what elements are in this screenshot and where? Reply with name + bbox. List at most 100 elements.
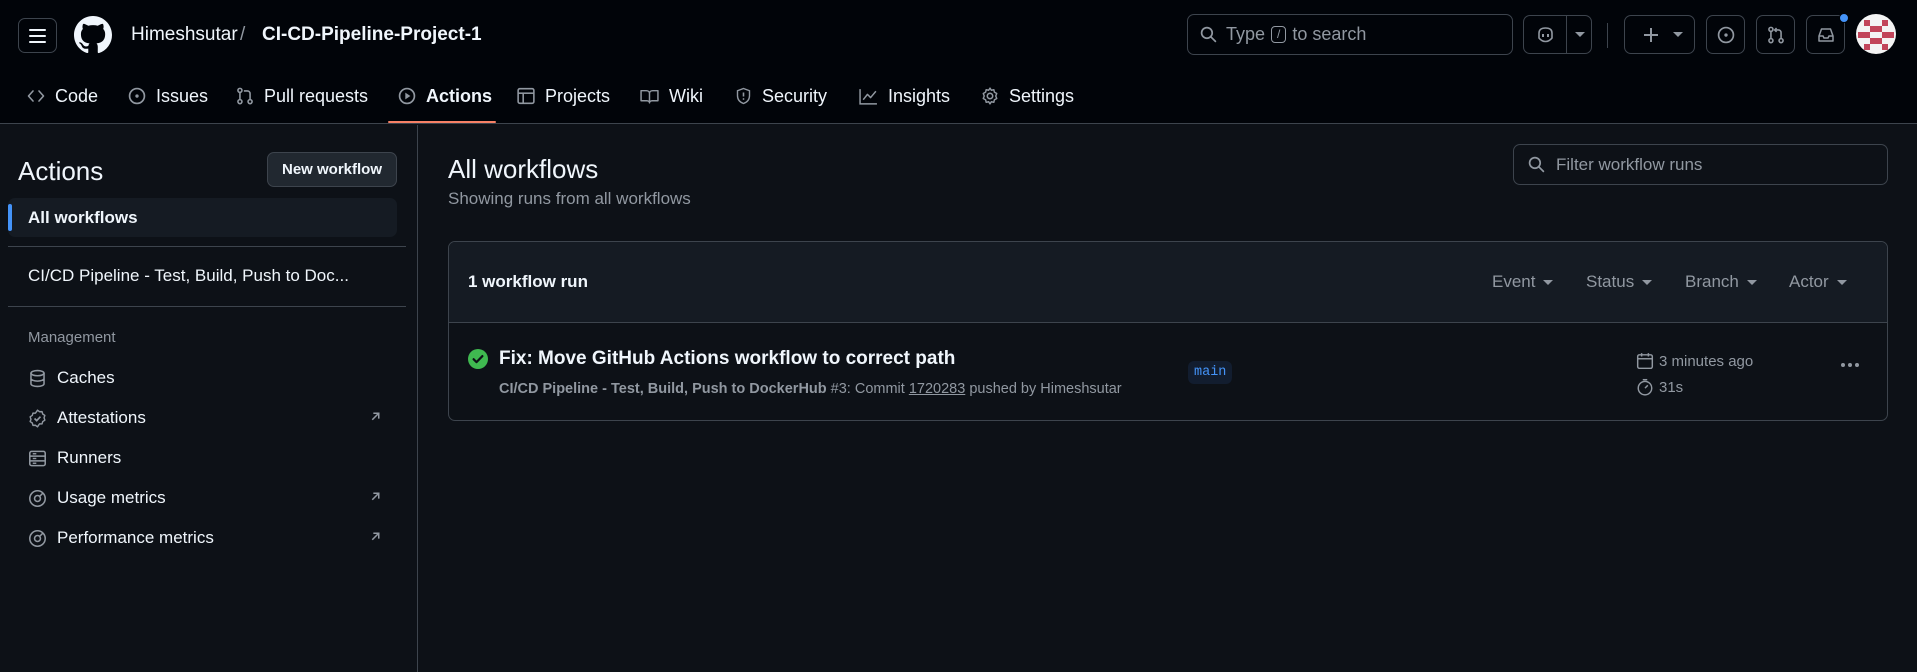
global-search[interactable]: Type / to search — [1187, 14, 1513, 55]
page-subtitle: Showing runs from all workflows — [448, 189, 691, 208]
tab-label: Pull requests — [264, 85, 369, 106]
chevron-down-icon — [1642, 279, 1653, 285]
filter-placeholder: Filter workflow runs — [1556, 154, 1703, 174]
tab-label: Insights — [888, 85, 951, 106]
time-ago-text: 3 minutes ago — [1659, 352, 1754, 370]
sidebar-item-label: Caches — [57, 368, 115, 387]
tab-actions[interactable]: Actions — [398, 82, 492, 110]
play-icon — [398, 87, 416, 105]
copilot-button[interactable] — [1523, 15, 1592, 54]
external-link-icon — [371, 532, 380, 541]
branch-filter-dropdown[interactable]: Branch — [1685, 272, 1757, 292]
sidebar-item-workflow[interactable]: CI/CD Pipeline - Test, Build, Push to Do… — [28, 266, 349, 286]
menu-button[interactable] — [18, 18, 57, 53]
calendar-icon — [1636, 353, 1654, 370]
sidebar-title: Actions — [18, 156, 104, 186]
commit-sha-link[interactable]: 1720283 — [909, 381, 965, 397]
status-filter-dropdown[interactable]: Status — [1586, 272, 1653, 292]
filter-workflow-runs-input[interactable]: Filter workflow runs — [1513, 144, 1888, 185]
create-new-button[interactable] — [1624, 15, 1695, 54]
issue-icon — [128, 87, 146, 105]
pull-request-icon — [237, 87, 253, 105]
sidebar-item-label: Attestations — [57, 408, 146, 427]
chevron-down-icon — [1746, 279, 1757, 285]
tab-settings[interactable]: Settings — [981, 82, 1074, 110]
dropdown-label: Actor — [1789, 272, 1829, 291]
plus-icon — [1644, 28, 1658, 42]
breadcrumb-owner[interactable]: Himeshsutar — [131, 24, 238, 46]
sidebar-item-label: Runners — [57, 448, 122, 467]
actor-filter-dropdown[interactable]: Actor — [1789, 272, 1847, 292]
branch-label[interactable]: main — [1188, 361, 1233, 384]
chevron-down-icon — [1836, 279, 1847, 285]
tab-label: Security — [762, 85, 828, 106]
tab-label: Projects — [545, 85, 611, 106]
check-circle-icon — [468, 349, 488, 369]
pull-request-icon — [1767, 26, 1784, 43]
header-divider — [1607, 23, 1608, 48]
sidebar-item-performance-metrics[interactable]: Performance metrics — [28, 525, 214, 551]
search-shortcut-key: / — [1271, 26, 1287, 43]
hamburger-icon — [29, 28, 46, 43]
verified-icon — [29, 408, 46, 428]
dropdown-label: Branch — [1685, 272, 1739, 291]
issue-icon — [1717, 26, 1734, 43]
runs-count: 1 workflow run — [468, 272, 588, 291]
shield-icon — [736, 87, 751, 105]
code-icon — [27, 90, 45, 102]
github-logo-icon[interactable] — [74, 16, 112, 54]
tab-projects[interactable]: Projects — [517, 82, 610, 110]
run-commit-prefix: : Commit — [846, 381, 905, 397]
sidebar-item-label: Performance metrics — [57, 528, 214, 547]
tab-insights[interactable]: Insights — [859, 82, 950, 110]
dropdown-label: Event — [1492, 272, 1536, 291]
chevron-down-icon — [1543, 279, 1554, 285]
search-suffix: to search — [1292, 24, 1367, 44]
sidebar-item-runners[interactable]: Runners — [28, 445, 121, 471]
copilot-icon — [1538, 27, 1553, 43]
tab-issues[interactable]: Issues — [128, 82, 208, 110]
run-duration: 31s — [1636, 378, 1683, 396]
tab-pull-requests[interactable]: Pull requests — [236, 82, 368, 110]
tab-label: Code — [55, 85, 99, 106]
meter-icon — [29, 489, 46, 507]
external-link-icon — [371, 412, 380, 421]
database-icon — [30, 369, 45, 387]
sidebar-item-attestations[interactable]: Attestations — [28, 405, 146, 431]
tab-label: Wiki — [669, 85, 703, 106]
chevron-down-icon — [1575, 32, 1585, 37]
sidebar-separator — [8, 306, 406, 307]
page-title: All workflows — [448, 154, 599, 184]
sidebar-item-all-workflows[interactable]: All workflows — [8, 198, 397, 237]
management-heading: Management — [28, 329, 116, 346]
search-prefix: Type — [1226, 24, 1266, 44]
stopwatch-icon — [1637, 378, 1653, 396]
tab-code[interactable]: Code — [27, 82, 98, 110]
table-icon — [517, 87, 535, 105]
sidebar-item-label: Usage metrics — [57, 488, 166, 507]
pull-requests-button[interactable] — [1756, 15, 1795, 54]
workflow-runs-list: 1 workflow run Event Status Branch Actor… — [448, 241, 1888, 421]
breadcrumb-separator: / — [240, 24, 246, 45]
kebab-menu-icon[interactable] — [1841, 363, 1859, 367]
new-workflow-button[interactable]: New workflow — [267, 152, 397, 187]
sidebar-item-caches[interactable]: Caches — [28, 365, 115, 391]
avatar[interactable] — [1856, 14, 1896, 54]
external-link-icon — [371, 492, 380, 501]
event-filter-dropdown[interactable]: Event — [1492, 272, 1554, 292]
run-title-link[interactable]: Fix: Move GitHub Actions workflow to cor… — [499, 348, 955, 370]
breadcrumb-repo[interactable]: CI-CD-Pipeline-Project-1 — [262, 24, 482, 46]
tab-label: Issues — [156, 85, 209, 106]
run-meta: CI/CD Pipeline - Test, Build, Push to Do… — [499, 381, 1122, 397]
active-tab-indicator — [388, 121, 496, 123]
search-icon — [1200, 26, 1217, 43]
sidebar-separator — [8, 246, 406, 247]
tab-wiki[interactable]: Wiki — [640, 82, 703, 110]
issues-button[interactable] — [1706, 15, 1745, 54]
tab-security[interactable]: Security — [735, 82, 827, 110]
runs-list-header: 1 workflow run Event Status Branch Actor — [449, 242, 1887, 323]
inbox-icon — [1817, 27, 1834, 42]
run-number: #3 — [830, 381, 847, 397]
duration-text: 31s — [1659, 378, 1684, 396]
sidebar-item-usage-metrics[interactable]: Usage metrics — [28, 485, 166, 511]
